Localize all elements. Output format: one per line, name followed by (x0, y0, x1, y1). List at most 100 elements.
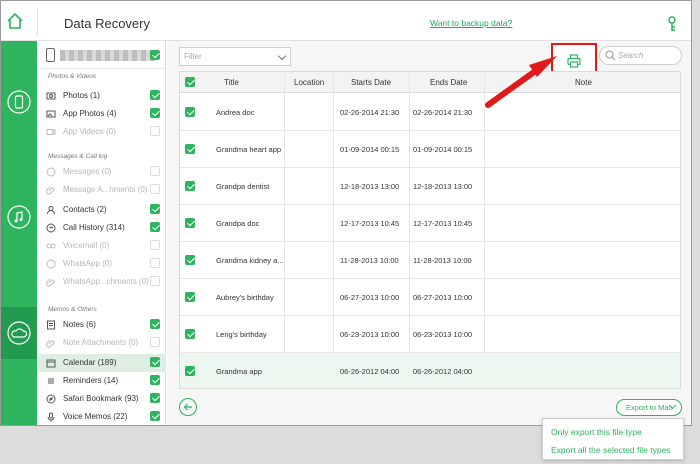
sidebar-item-whatsapp[interactable]: WhatsApp (0) (38, 255, 166, 273)
sidebar-item-label: Safari Bookmark (93) (63, 394, 139, 403)
key-icon[interactable] (667, 16, 677, 32)
row-checkbox[interactable] (185, 292, 195, 302)
table-row[interactable]: Grandma app 06-26-2012 04:00 06-26-2012 04… (180, 353, 680, 388)
sidebar-item-contacts[interactable]: Contacts (2) (38, 201, 166, 219)
cell-title: Grandpa doc (216, 219, 260, 228)
calendar-table: Title Location Starts Date Ends Date Not… (179, 71, 681, 389)
sidebar-item-notes[interactable]: Notes (6) (38, 316, 166, 334)
cell-end: 06-23-2013 10:00 (413, 330, 473, 339)
table-row[interactable]: Grandpa doc 12-17-2013 10:45 12-17-2013 10… (180, 205, 680, 242)
row-checkbox[interactable] (185, 144, 195, 154)
export-this-type-option[interactable]: Only export this file type (551, 427, 642, 437)
arrow-left-icon (183, 403, 192, 411)
sidebar-item-checkbox[interactable] (150, 184, 160, 194)
sidebar-item-checkbox[interactable] (150, 204, 160, 214)
phone-icon (46, 223, 56, 233)
phone-device-icon (46, 48, 55, 62)
sidebar-item-message[interactable]: Messages (0) (38, 163, 166, 181)
sidebar-item-app-photo[interactable]: App Photos (4) (38, 105, 166, 123)
row-checkbox[interactable] (185, 107, 195, 117)
row-checkbox[interactable] (185, 366, 195, 376)
sidebar-item-voicemail[interactable]: Voicemail (0) (38, 237, 166, 255)
backup-data-link[interactable]: Want to backup data? (430, 18, 512, 28)
sidebar-item-checkbox[interactable] (150, 319, 160, 329)
table-row[interactable]: Leng's birthday 06-23-2013 10:00 06-23-201… (180, 316, 680, 353)
search-input[interactable]: Search (599, 46, 682, 65)
chevron-down-icon (277, 51, 287, 61)
sidebar-item-calendar[interactable]: Calendar (189) (38, 354, 166, 372)
cell-start: 02-26-2014 21:30 (340, 108, 400, 117)
sidebar-item-label: Calendar (189) (63, 358, 117, 367)
sidebar-item-checkbox[interactable] (150, 393, 160, 403)
sidebar-item-checkbox[interactable] (150, 222, 160, 232)
app-photo-icon (46, 110, 56, 118)
row-checkbox[interactable] (185, 218, 195, 228)
select-all-checkbox[interactable] (150, 50, 160, 60)
sidebar-item-attachment[interactable]: Message A...hments (0) (38, 181, 166, 199)
sidebar-item-checkbox[interactable] (150, 258, 160, 268)
sidebar-item-checkbox[interactable] (150, 375, 160, 385)
export-all-types-option[interactable]: Export all the selected file types (551, 445, 671, 455)
title-bar: Data Recovery Want to backup data? (1, 1, 691, 41)
category-sidebar: Photos & Videos Photos (1) App Photos (4) A… (38, 41, 166, 425)
cell-end: 06-27-2013 10:00 (413, 293, 473, 302)
device-header (38, 41, 166, 69)
sidebar-item-phone[interactable]: Call History (314) (38, 219, 166, 237)
col-header-location[interactable]: Location (294, 78, 324, 87)
notes-icon (47, 320, 55, 330)
header-select-all-checkbox[interactable] (185, 77, 195, 87)
sidebar-item-checkbox[interactable] (150, 126, 160, 136)
sidebar-item-mic[interactable]: Voice Memos (22) (38, 408, 166, 425)
sidebar-item-checkbox[interactable] (150, 90, 160, 100)
sidebar-item-label: Notes (6) (63, 320, 96, 329)
sidebar-item-safari[interactable]: Safari Bookmark (93) (38, 390, 166, 408)
home-icon[interactable] (6, 12, 24, 30)
sidebar-item-checkbox[interactable] (150, 276, 160, 286)
sidebar-item-attachment[interactable]: Note Attachments (0) (38, 334, 166, 352)
sidebar-item-checkbox[interactable] (150, 166, 160, 176)
col-header-ends-date[interactable]: Ends Date (430, 78, 467, 87)
export-to-mac-button[interactable]: Export to Mac (616, 399, 682, 416)
table-header: Title Location Starts Date Ends Date Not… (180, 72, 680, 93)
attachment-icon (46, 339, 55, 348)
sidebar-item-checkbox[interactable] (150, 411, 160, 421)
sidebar-item-reminders[interactable]: Reminders (14) (38, 372, 166, 390)
annotation-arrow (485, 56, 557, 108)
icloud-mode-icon[interactable] (6, 320, 32, 346)
col-header-note[interactable]: Note (575, 78, 592, 87)
toolbar: Filter Search (167, 41, 691, 80)
col-header-title[interactable]: Title (224, 78, 239, 87)
sidebar-item-photo[interactable]: Photos (1) (38, 87, 166, 105)
row-checkbox[interactable] (185, 255, 195, 265)
sidebar-item-label: Note Attachments (0) (63, 338, 139, 347)
sidebar-item-checkbox[interactable] (150, 108, 160, 118)
table-row[interactable]: Andrea doc 02-26-2014 21:30 02-26-2014 21:… (180, 94, 680, 131)
row-checkbox[interactable] (185, 329, 195, 339)
table-row[interactable]: Grandpa dentist 12-18-2013 13:00 12-18-201… (180, 168, 680, 205)
sidebar-item-checkbox[interactable] (150, 240, 160, 250)
sidebar-item-label: Contacts (2) (63, 205, 107, 214)
sidebar-item-checkbox[interactable] (150, 357, 160, 367)
table-row[interactable]: Grandma heart app 01-09-2014 00:15 01-09-2… (180, 131, 680, 168)
table-row[interactable]: Grandma kidney a... 11-28-2013 10:00 11-28… (180, 242, 680, 279)
sidebar-item-checkbox[interactable] (150, 337, 160, 347)
itunes-mode-icon[interactable] (6, 204, 32, 230)
table-row[interactable]: Aubrey's birthday 06-27-2013 10:00 06-27-2… (180, 279, 680, 316)
cell-end: 06-26-2012 04:00 (413, 367, 473, 376)
cell-start: 06-27-2013 10:00 (340, 293, 400, 302)
filter-placeholder: Filter (184, 52, 202, 61)
col-header-starts-date[interactable]: Starts Date (351, 78, 391, 87)
app-window: Data Recovery Want to backup data? Photo… (0, 0, 692, 426)
safari-icon (46, 394, 56, 404)
row-checkbox[interactable] (185, 181, 195, 191)
titlebar-divider (37, 7, 38, 35)
sidebar-item-attachment[interactable]: WhatsApp...chments (0) (38, 273, 166, 291)
device-mode-icon[interactable] (6, 89, 32, 115)
sidebar-item-video[interactable]: App Videos (0) (38, 123, 166, 141)
sidebar-item-label: App Photos (4) (63, 109, 117, 118)
sidebar-item-label: WhatsApp...chments (0) (63, 277, 149, 286)
attachment-icon (46, 278, 55, 287)
cell-end: 02-26-2014 21:30 (413, 108, 473, 117)
filter-dropdown[interactable]: Filter (179, 47, 291, 66)
back-button[interactable] (179, 398, 197, 416)
